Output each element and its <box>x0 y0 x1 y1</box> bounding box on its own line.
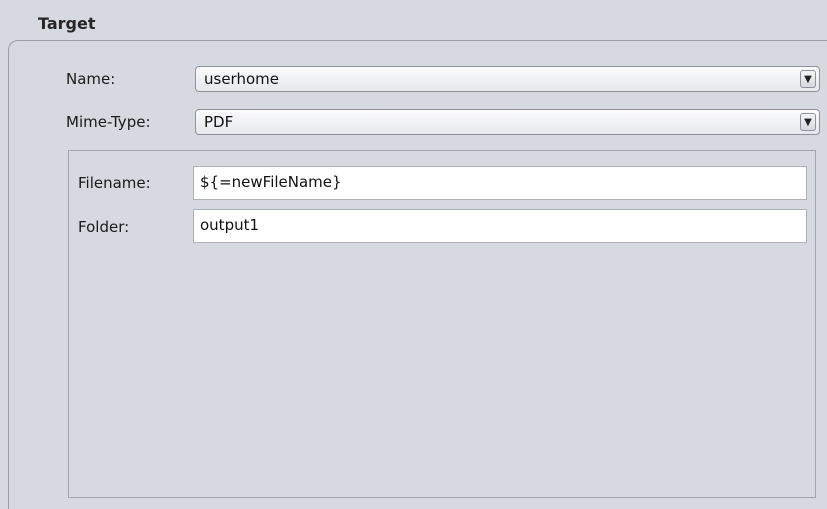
mime-type-dropdown-value: PDF <box>204 113 234 131</box>
chevron-down-icon[interactable]: ▼ <box>800 70 816 88</box>
target-details-panel <box>68 150 816 498</box>
mime-type-label: Mime-Type: <box>66 113 151 131</box>
name-dropdown[interactable]: userhome ▼ <box>195 66 820 92</box>
target-settings-panel: Target Name: userhome ▼ Mime-Type: PDF ▼… <box>0 0 827 509</box>
folder-label: Folder: <box>78 218 130 236</box>
folder-field[interactable]: output1 <box>193 209 807 243</box>
mime-type-dropdown[interactable]: PDF ▼ <box>195 109 820 135</box>
name-dropdown-value: userhome <box>204 70 279 88</box>
chevron-down-icon[interactable]: ▼ <box>800 113 816 131</box>
name-label: Name: <box>66 70 116 88</box>
filename-label: Filename: <box>78 174 151 192</box>
target-group-title: Target <box>38 14 96 33</box>
filename-field[interactable]: ${=newFileName} <box>193 166 807 200</box>
